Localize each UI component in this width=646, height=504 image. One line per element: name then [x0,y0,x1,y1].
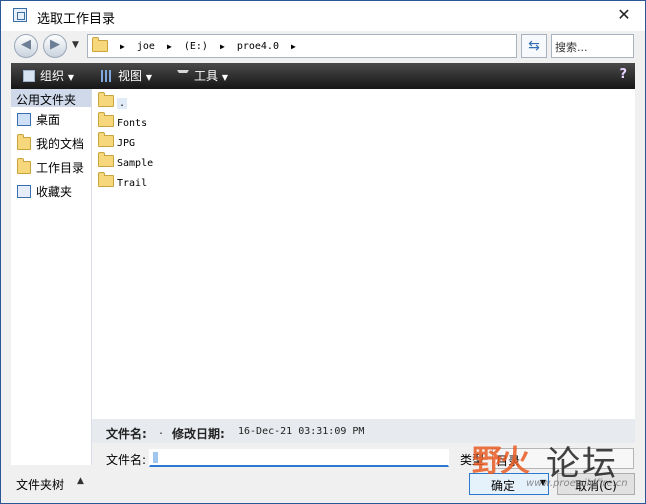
filename-input[interactable] [149,449,449,467]
breadcrumb-item[interactable]: proe4.0 [237,41,279,52]
file-name: Trail [117,178,148,189]
list-item[interactable]: . [98,92,128,109]
chevron-right-icon[interactable]: ▶ [220,42,225,51]
back-button[interactable]: ◀ [14,34,38,58]
app-icon [13,8,27,22]
sidebar-item-desktop[interactable]: 桌面 [17,111,60,128]
text-caret [153,452,158,463]
filename-row: 文件名: 类型 目录 [92,443,635,471]
view-menu[interactable]: 视图 ▼ [101,67,152,84]
chevron-right-icon[interactable]: ▶ [120,42,125,51]
list-item[interactable]: JPG [98,132,136,149]
sidebar-item-label: 我的文档 [36,137,85,151]
sidebar-item-label: 收藏夹 [36,185,73,199]
select-working-directory-dialog: 选取工作目录 ✕ ◀ ▶ ▼ ▶ joe ▶ (E:) ▶ proe4.0 ▶ … [0,0,646,504]
info-modified-value: 16-Dec-21 03:31:09 PM [238,426,365,437]
chevron-down-icon: ▼ [67,73,74,82]
sidebar-item-label: 桌面 [36,113,61,127]
tools-icon [177,70,189,82]
info-filename-label: 文件名: [106,427,147,441]
sidebar-item-working-directory[interactable]: 工作目录 [17,158,85,176]
view-icon [101,70,113,82]
history-dropdown-icon[interactable]: ▼ [72,40,79,50]
common-folders-header: 公用文件夹 [11,89,91,107]
chevron-right-icon[interactable]: ▶ [167,42,172,51]
tools-menu[interactable]: 工具 ▼ [177,67,228,84]
sidebar-item-label: 工作目录 [36,161,85,175]
search-input[interactable]: 搜索... [551,34,634,58]
folder-icon [92,37,108,52]
breadcrumb-item[interactable]: (E:) [184,41,208,52]
filename-label: 文件名: [106,453,147,467]
command-toolbar: 组织 ▼ 视图 ▼ 工具 ▼ ? [11,63,635,89]
chevron-right-icon[interactable]: ▶ [291,42,296,51]
ok-button[interactable]: 确定 ▼ [469,473,549,495]
refresh-button[interactable]: ⇆ [521,34,547,58]
ok-label: 确定 [491,479,516,493]
details-bar: 文件名: . 修改日期: 16-Dec-21 03:31:09 PM [92,419,635,443]
folder-icon [98,92,114,107]
sidebar-item-documents[interactable]: 我的文档 [17,134,85,152]
favorites-icon [17,185,31,198]
folder-icon [98,172,114,187]
folder-icon [98,152,114,167]
organize-menu[interactable]: 组织 ▼ [23,67,74,84]
list-item[interactable]: Fonts [98,112,148,129]
window-title: 选取工作目录 [37,12,116,27]
address-bar[interactable]: ▶ joe ▶ (E:) ▶ proe4.0 ▶ ▼ [87,34,603,58]
tools-label: 工具 [194,69,219,83]
chevron-down-icon[interactable]: ▼ [540,478,546,487]
cancel-button[interactable]: 取消(C) [557,473,635,495]
title-bar: 选取工作目录 ✕ [1,1,645,31]
working-dir-icon [17,158,31,174]
folder-tree-toggle[interactable]: 文件夹树 [16,476,64,493]
forward-button[interactable]: ▶ [43,34,67,58]
help-icon[interactable]: ? [619,67,627,82]
list-item[interactable]: Sample [98,152,154,169]
address-row: ◀ ▶ ▼ ▶ joe ▶ (E:) ▶ proe4.0 ▶ ▼ ⇆ 搜索... [1,31,645,61]
file-list: . Fonts JPG Sample Trail [92,89,635,419]
chevron-down-icon: ▼ [145,73,152,82]
desktop-icon [17,113,31,126]
close-button[interactable]: ✕ [613,4,635,26]
folder-icon [98,132,114,147]
file-name: Sample [117,158,154,169]
breadcrumb: ▶ joe ▶ (E:) ▶ proe4.0 ▶ [92,37,302,52]
footer: 文件夹树 ▲ 确定 ▼ 取消(C) [1,471,645,503]
view-label: 视图 [118,69,143,83]
common-folders-pane: 公用文件夹 桌面 我的文档 工作目录 收藏夹 [11,89,92,465]
chevron-up-icon[interactable]: ▲ [77,476,84,486]
organize-label: 组织 [40,69,65,83]
type-label: 类型 [460,453,485,467]
organize-icon [23,70,35,82]
documents-icon [17,134,31,150]
list-item[interactable]: Trail [98,172,148,189]
file-name: Fonts [117,118,148,129]
type-select[interactable]: 目录 [492,448,634,469]
info-filename-value: . [158,426,165,437]
sidebar-item-favorites[interactable]: 收藏夹 [17,183,72,200]
info-modified-label: 修改日期: [172,427,225,441]
folder-icon [98,112,114,127]
file-name: . [117,98,128,109]
file-name: JPG [117,138,136,149]
chevron-down-icon: ▼ [221,73,228,82]
breadcrumb-item[interactable]: joe [137,41,155,52]
